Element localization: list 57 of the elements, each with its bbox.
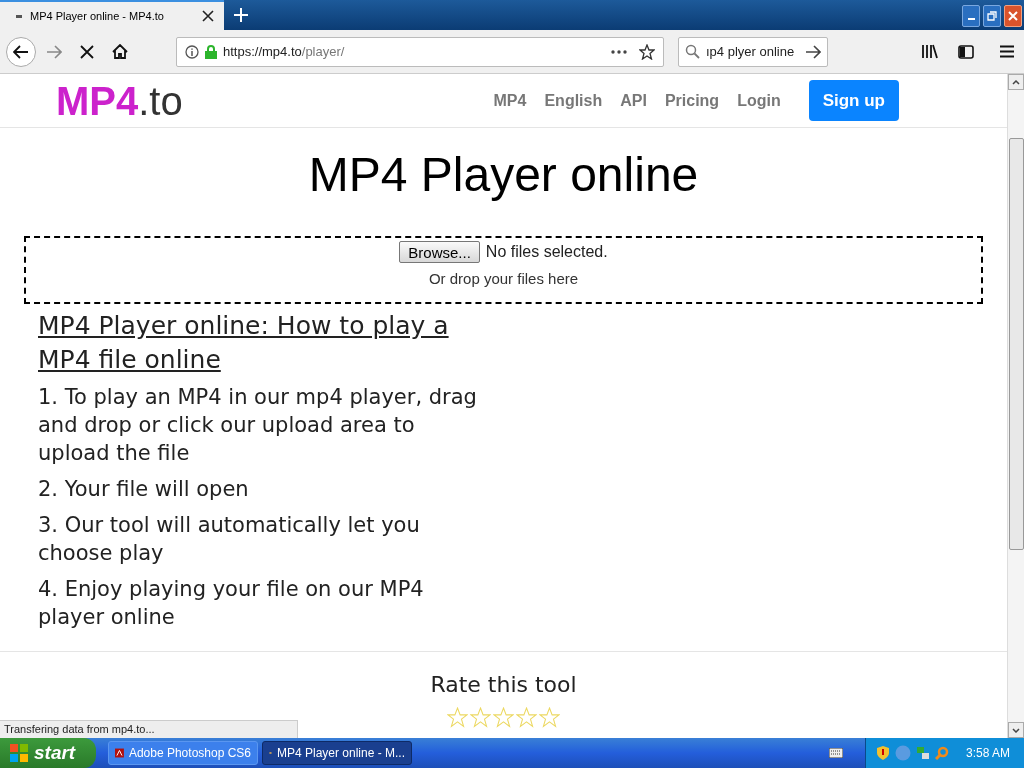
more-icon[interactable]: [611, 49, 627, 54]
arrow-right-icon[interactable]: [805, 44, 821, 59]
rating-title: Rate this tool: [430, 671, 577, 699]
lock-icon: [205, 44, 217, 59]
scroll-down-icon: [1012, 727, 1020, 733]
drop-zone[interactable]: Browse... No files selected. Or drop your files here: [24, 236, 983, 304]
back-button[interactable]: [6, 36, 36, 67]
start-button[interactable]: start: [0, 738, 96, 768]
sign-up-button[interactable]: Sign up: [808, 79, 899, 122]
taskbar-button[interactable]: MP4 Player online - M...: [262, 741, 412, 765]
forward-icon[interactable]: [46, 44, 62, 59]
new-tab-icon[interactable]: [234, 8, 248, 22]
step-text: 3. Our tool will automatically let you choose play: [38, 512, 421, 567]
close-button[interactable]: [1004, 5, 1022, 27]
restore-button[interactable]: [983, 5, 1001, 27]
search-icon: [685, 44, 700, 59]
browse-button[interactable]: Browse...: [399, 241, 480, 263]
nav-link[interactable]: English: [544, 88, 603, 113]
taskbar-button[interactable]: Adobe Photoshop CS6: [108, 741, 258, 765]
star-icon[interactable]: [639, 43, 655, 60]
favicon-icon: [16, 14, 22, 18]
home-icon[interactable]: [112, 44, 128, 59]
nav-link[interactable]: MP4: [493, 88, 527, 113]
file-status: No files selected.: [485, 242, 608, 262]
search-field[interactable]: ıp4 plyer online: [678, 36, 828, 67]
minimize-button[interactable]: [962, 5, 980, 27]
tab-title: MP4 Player online - MP4.to: [30, 8, 165, 24]
windows-logo-icon: [10, 744, 28, 762]
sidebar-icon[interactable]: [958, 44, 974, 59]
scroll-up-icon: [1012, 79, 1020, 85]
browser-tab[interactable]: MP4 Player online - MP4.to: [0, 0, 224, 30]
address-bar[interactable]: https://mp4.to/player/: [176, 36, 664, 67]
step-text: 1. To play an MP4 in our mp4 player, drag and drop or click our upload area to upload the file: [38, 384, 478, 467]
stop-icon[interactable]: [80, 44, 94, 59]
url-text: https://mp4.to/player/: [223, 42, 346, 61]
shield-icon[interactable]: [875, 745, 890, 761]
nav-link[interactable]: Login: [737, 88, 781, 113]
keyboard-icon[interactable]: [828, 748, 843, 758]
clock: 3:58 AM: [965, 745, 1010, 762]
site-logo[interactable]: MP4.to: [56, 77, 183, 124]
nav-link[interactable]: Pricing: [664, 88, 720, 113]
scrollbar[interactable]: [1007, 74, 1024, 738]
restore-icon: [987, 11, 997, 21]
back-arrow-icon: [13, 44, 29, 59]
close-icon: [1008, 11, 1018, 21]
step-text: 2. Your file will open: [38, 476, 250, 503]
close-icon[interactable]: [202, 10, 214, 22]
howto-heading-link[interactable]: MP4 Player online: How to play a MP4 file online: [38, 309, 492, 377]
nav-link[interactable]: API: [620, 88, 647, 113]
menu-icon[interactable]: [1000, 45, 1014, 58]
network-icon[interactable]: [915, 746, 930, 760]
step-text: 4. Enjoy playing your file on our MP4 player online: [38, 576, 425, 631]
library-icon[interactable]: [921, 44, 938, 59]
status-bar: Transfering data from mp4.to...: [0, 720, 298, 738]
page-title: MP4 Player online: [307, 148, 700, 202]
drop-hint: Or drop your files here: [428, 269, 579, 289]
info-icon[interactable]: [185, 44, 199, 59]
